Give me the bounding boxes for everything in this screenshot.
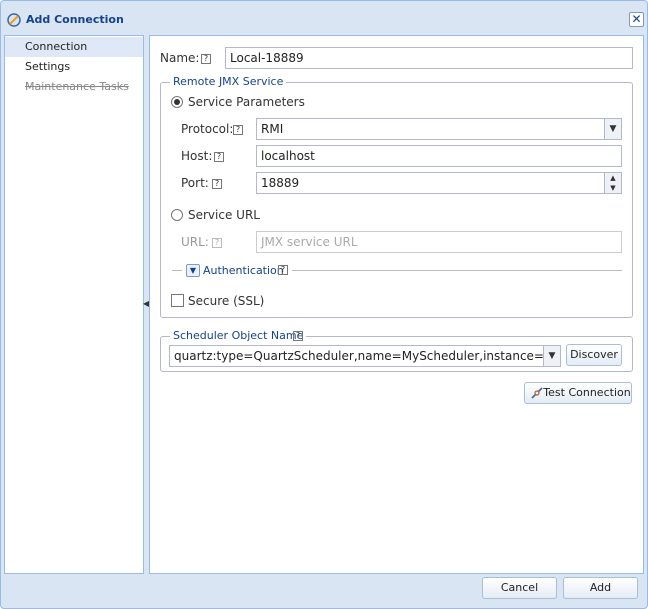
host-field[interactable]: localhost: [256, 145, 622, 167]
chevron-up-icon[interactable]: ▲: [605, 173, 621, 183]
help-icon[interactable]: ?: [233, 125, 243, 135]
help-icon[interactable]: ?: [201, 54, 211, 64]
divider: [172, 270, 182, 271]
help-icon: ?: [212, 238, 222, 248]
host-label: Host:: [181, 149, 213, 163]
connection-icon: [6, 12, 22, 28]
dialog-titlebar[interactable]: Add Connection ✕: [4, 10, 644, 32]
protocol-value: RMI: [261, 122, 284, 136]
test-connection-label: Test Connection: [543, 386, 631, 399]
help-icon[interactable]: ?: [214, 152, 224, 162]
scheduler-legend: Scheduler Object Name: [170, 329, 307, 342]
chevron-down-icon[interactable]: ▼: [605, 183, 621, 193]
scheduler-object-value: quartz:type=QuartzScheduler,name=MySched…: [174, 349, 561, 363]
protocol-label: Protocol:: [181, 122, 234, 136]
url-field: JMX service URL: [256, 231, 622, 253]
port-label: Port:: [181, 176, 209, 190]
name-label: Name:: [160, 51, 200, 65]
add-button[interactable]: Add: [563, 577, 638, 599]
service-url-radio[interactable]: [171, 209, 183, 221]
protocol-select[interactable]: RMI: [256, 118, 622, 140]
url-label: URL:: [181, 235, 209, 249]
port-stepper[interactable]: ▲ ▼: [604, 173, 621, 193]
help-icon[interactable]: ?: [293, 331, 303, 341]
nav-item-settings[interactable]: Settings: [5, 57, 143, 77]
help-icon[interactable]: ?: [278, 265, 288, 275]
port-field[interactable]: 18889: [256, 172, 622, 194]
cancel-button[interactable]: Cancel: [482, 577, 557, 599]
scheduler-object-select[interactable]: quartz:type=QuartzScheduler,name=MySched…: [169, 345, 561, 367]
secure-ssl-checkbox[interactable]: [171, 294, 184, 307]
add-connection-dialog: Add Connection ✕ Connection Settings Mai…: [0, 0, 648, 609]
test-connection-button[interactable]: Test Connection: [524, 382, 632, 404]
chevron-down-icon[interactable]: ▼: [604, 119, 621, 139]
service-parameters-label: Service Parameters: [188, 95, 305, 109]
secure-ssl-label: Secure (SSL): [188, 294, 265, 308]
help-icon[interactable]: ?: [212, 179, 222, 189]
discover-button[interactable]: Discover: [566, 344, 622, 366]
url-placeholder: JMX service URL: [261, 235, 358, 249]
remote-jmx-legend: Remote JMX Service: [170, 75, 287, 88]
chevron-down-icon[interactable]: ▼: [543, 346, 560, 366]
plug-icon: [530, 386, 544, 400]
expand-authentication-icon[interactable]: ▼: [186, 264, 200, 277]
connection-panel: Name: ? Local-18889 Remote JMX Service S…: [149, 35, 644, 574]
close-icon[interactable]: ✕: [629, 12, 644, 27]
divider: [292, 270, 622, 271]
nav-item-maintenance-tasks: Maintenance Tasks: [25, 80, 129, 93]
settings-nav: Connection Settings Maintenance Tasks: [4, 35, 144, 574]
authentication-toggle[interactable]: Authentication: [203, 264, 284, 277]
name-field[interactable]: Local-18889: [225, 47, 633, 69]
dialog-title: Add Connection: [26, 13, 124, 26]
nav-item-connection[interactable]: Connection: [5, 37, 143, 57]
service-url-label: Service URL: [188, 208, 260, 222]
service-parameters-radio[interactable]: [171, 96, 183, 108]
